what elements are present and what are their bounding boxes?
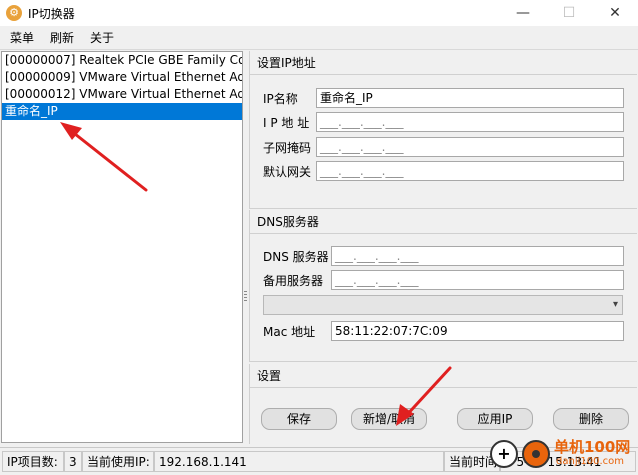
close-button[interactable]: ✕ [592, 0, 638, 26]
dns-section-header: DNS服务器 [250, 210, 637, 234]
gateway-input[interactable]: ___.___.___.___ [316, 161, 624, 181]
watermark-text: 单机100网 [554, 438, 631, 456]
watermark-plus-icon: + [490, 440, 518, 468]
ip-section-header: 设置IP地址 [250, 51, 637, 75]
current-ip-label: 当前使用IP: [82, 451, 154, 472]
settings-section-header: 设置 [250, 364, 637, 388]
window-title: IP切换器 [28, 6, 75, 21]
ip-address-input[interactable]: ___.___.___.___ [316, 112, 624, 132]
subnet-mask-input[interactable]: ___.___.___.___ [316, 137, 624, 157]
subnet-mask-row: 子网掩码 ___.___.___.___ [250, 137, 638, 157]
watermark-logo: + 单机100网 danji100.com [490, 432, 638, 475]
menu-bar: 菜单 刷新 关于 [0, 26, 638, 50]
adapter-item[interactable]: [00000009] VMware Virtual Ethernet Adap [2, 69, 242, 86]
menu-item-about[interactable]: 关于 [84, 29, 120, 46]
current-ip-value: 192.168.1.141 [154, 451, 444, 472]
ip-address-label: I P 地 址 [263, 116, 310, 130]
dns-label: DNS 服务器 [263, 250, 329, 264]
dns-settings-section: DNS服务器 DNS 服务器 ___.___.___.___ 备用服务器 ___… [249, 210, 637, 362]
maximize-button[interactable]: ☐ [546, 0, 592, 26]
gateway-row: 默认网关 ___.___.___.___ [250, 161, 638, 181]
delete-button[interactable]: 删除 [553, 408, 629, 430]
title-bar: ⚙ IP切换器 — ☐ ✕ [0, 0, 638, 26]
backup-dns-input[interactable]: ___.___.___.___ [331, 270, 624, 290]
watermark-record-icon [522, 440, 550, 468]
adapter-item[interactable]: [00000012] VMware Virtual Ethernet Adap [2, 86, 242, 103]
ip-settings-section: 设置IP地址 IP名称 重命名_IP I P 地 址 ___.___.___._… [249, 51, 637, 209]
backup-dns-row: 备用服务器 ___.___.___.___ [250, 270, 638, 290]
chevron-down-icon: ▾ [612, 299, 618, 310]
add-cancel-button[interactable]: 新增/取消 [351, 408, 427, 430]
splitter-grip-icon [244, 291, 247, 303]
adapter-list[interactable]: [00000007] Realtek PCIe GBE Family Contr… [1, 51, 243, 443]
ip-count-value: 3 [64, 451, 82, 472]
dns-row: DNS 服务器 ___.___.___.___ [250, 246, 638, 266]
dns-preset-select[interactable]: ▾ [263, 295, 623, 315]
app-gear-icon: ⚙ [6, 5, 22, 21]
ip-address-row: I P 地 址 ___.___.___.___ [250, 112, 638, 132]
adapter-item[interactable]: [00000007] Realtek PCIe GBE Family Contr [2, 52, 242, 69]
mac-row: Mac 地址 58:11:22:07:7C:09 [250, 321, 638, 341]
gateway-label: 默认网关 [263, 165, 312, 179]
mac-input[interactable]: 58:11:22:07:7C:09 [331, 321, 624, 341]
dns-input[interactable]: ___.___.___.___ [331, 246, 624, 266]
menu-item-menu[interactable]: 菜单 [4, 29, 40, 46]
adapter-item-selected[interactable]: 重命名_IP [2, 103, 242, 120]
ip-name-row: IP名称 重命名_IP [250, 88, 638, 108]
mac-label: Mac 地址 [263, 325, 316, 339]
menu-item-refresh[interactable]: 刷新 [44, 29, 80, 46]
ip-name-label: IP名称 [263, 92, 298, 106]
backup-dns-label: 备用服务器 [263, 274, 324, 288]
apply-ip-button[interactable]: 应用IP [457, 408, 533, 430]
watermark-url: danji100.com [556, 456, 624, 467]
minimize-button[interactable]: — [500, 0, 546, 26]
save-button[interactable]: 保存 [261, 408, 337, 430]
ip-name-input[interactable]: 重命名_IP [316, 88, 624, 108]
subnet-mask-label: 子网掩码 [263, 141, 312, 155]
ip-count-label: IP项目数: [2, 451, 64, 472]
